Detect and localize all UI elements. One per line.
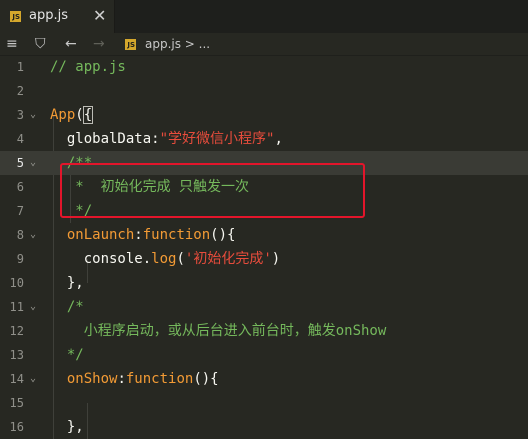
code-token: '初始化完成': [184, 251, 272, 267]
code-line[interactable]: 8 ⌄ onLaunch:function(){: [0, 223, 528, 247]
code-text: /*: [50, 295, 84, 319]
code-text: // app.js: [50, 55, 126, 79]
tab-bar: JS app.js ✕: [0, 0, 528, 33]
code-token: function: [125, 371, 194, 387]
fold-chevron-icon[interactable]: ⌄: [30, 151, 36, 175]
code-line[interactable]: 10 },: [0, 271, 528, 295]
line-number: 8: [16, 228, 24, 242]
code-text: 小程序启动，或从后台进入前台时，触发onShow: [50, 319, 387, 343]
editor-toolbar: ≡ ⛉ ← → JS app.js > ...: [0, 33, 528, 56]
code-token: // app.js: [50, 59, 126, 75]
code-token: App: [50, 107, 76, 123]
list-icon[interactable]: ≡: [6, 33, 18, 55]
js-file-icon: JS: [10, 11, 21, 22]
code-token: function: [142, 227, 211, 243]
tab-app-js[interactable]: JS app.js ✕: [0, 0, 115, 33]
code-token: (){: [210, 227, 236, 243]
code-token: */: [50, 347, 84, 363]
back-arrow-icon[interactable]: ←: [65, 33, 77, 55]
code-line[interactable]: 3 ⌄ App({: [0, 103, 528, 127]
code-token: :: [134, 227, 143, 243]
line-number: 12: [9, 324, 24, 338]
code-token: },: [50, 419, 84, 435]
line-number: 7: [16, 204, 24, 218]
code-line[interactable]: 9 console.log('初始化完成'): [0, 247, 528, 271]
code-line[interactable]: 12 小程序启动，或从后台进入前台时，触发onShow: [0, 319, 528, 343]
code-token: ): [271, 251, 281, 267]
code-line[interactable]: 1 // app.js: [0, 55, 528, 79]
code-token: ,: [274, 131, 283, 147]
line-number: 13: [9, 348, 24, 362]
code-editor[interactable]: 1// app.js 2 3 ⌄ App({4 globalData:"学好微信小程序"…: [0, 55, 528, 439]
line-number: 11: [9, 300, 24, 314]
code-token: (: [75, 107, 84, 123]
code-text: globalData:"学好微信小程序",: [50, 127, 283, 151]
code-line[interactable]: 2: [0, 79, 528, 103]
fold-chevron-icon[interactable]: ⌄: [30, 223, 36, 247]
code-line[interactable]: 13 */: [0, 343, 528, 367]
fold-chevron-icon[interactable]: ⌄: [30, 295, 36, 319]
line-number: 16: [9, 420, 24, 434]
line-number: 10: [9, 276, 24, 290]
line-number: 3: [16, 108, 24, 122]
code-token: onLaunch: [50, 227, 135, 243]
code-text: */: [50, 343, 84, 367]
code-token: },: [50, 275, 84, 291]
code-line[interactable]: 11 ⌄ /*: [0, 295, 528, 319]
line-number: 6: [16, 180, 24, 194]
code-text: onShow:function(){: [50, 367, 219, 391]
code-token: console.: [50, 251, 152, 267]
code-token: (: [176, 251, 185, 267]
code-line[interactable]: 15: [0, 391, 528, 415]
code-token: onShow: [50, 371, 118, 387]
code-text: },: [50, 415, 84, 439]
line-number: 5: [16, 156, 24, 170]
code-token: globalData:: [50, 131, 160, 147]
code-line[interactable]: 14 ⌄ onShow:function(){: [0, 367, 528, 391]
code-token: /*: [50, 299, 84, 315]
close-icon[interactable]: ✕: [93, 6, 106, 26]
code-line[interactable]: 16 },: [0, 415, 528, 439]
line-number: 15: [9, 396, 24, 410]
code-token: (){: [193, 371, 219, 387]
code-token: :: [117, 371, 126, 387]
code-line[interactable]: 4 globalData:"学好微信小程序",: [0, 127, 528, 151]
tab-title: app.js: [29, 8, 68, 23]
line-number: 2: [16, 84, 24, 98]
code-text: console.log('初始化完成'): [50, 247, 280, 271]
fold-chevron-icon[interactable]: ⌄: [30, 367, 36, 391]
code-token: "学好微信小程序": [159, 131, 275, 147]
line-number: 1: [16, 60, 24, 74]
breadcrumb[interactable]: app.js > ...: [145, 33, 210, 55]
line-number: 4: [16, 132, 24, 146]
code-token: log: [151, 251, 177, 267]
code-token: 小程序启动，或从后台进入前台时，触发onShow: [50, 323, 387, 339]
highlight-box: [60, 163, 365, 218]
fold-chevron-icon[interactable]: ⌄: [30, 103, 36, 127]
code-text: onLaunch:function(){: [50, 223, 236, 247]
js-file-icon: JS: [125, 39, 136, 50]
code-text: },: [50, 271, 84, 295]
line-number: 9: [16, 252, 24, 266]
code-text: App({: [50, 103, 94, 127]
forward-arrow-icon[interactable]: →: [93, 33, 105, 55]
bookmark-icon[interactable]: ⛉: [35, 33, 46, 55]
code-token: {: [82, 106, 94, 124]
line-number: 14: [9, 372, 24, 386]
